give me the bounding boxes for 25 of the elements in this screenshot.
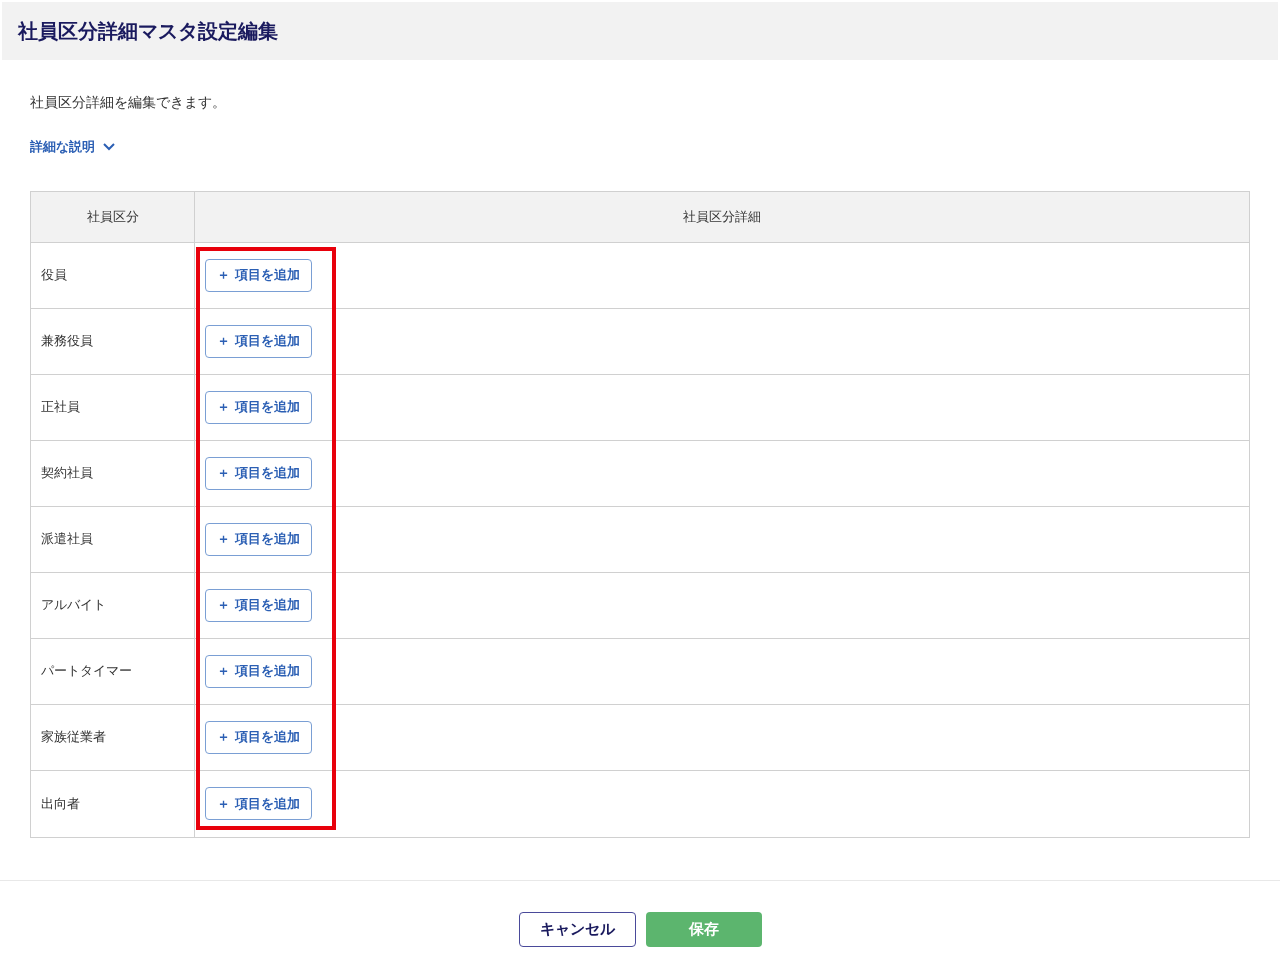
table-cell: 出向者 xyxy=(31,770,195,837)
add-item-button[interactable]: ＋ 項目を追加 xyxy=(205,522,312,556)
cancel-button[interactable]: キャンセル xyxy=(518,911,636,947)
column-header: 社員区分詳細 xyxy=(682,207,762,226)
column-header: 社員区分 xyxy=(31,191,195,242)
table-cell: 契約社員 xyxy=(31,440,195,506)
add-item-button[interactable]: ＋ 項目を追加 xyxy=(205,456,312,490)
table-cell: アルバイト xyxy=(31,572,195,638)
table-cell: 派遣社員 xyxy=(31,506,195,572)
details-toggle[interactable]: 詳細な説明 xyxy=(30,137,115,157)
description-text: 社員区分詳細を編集できます。 xyxy=(30,93,227,112)
page-title: 社員区分詳細マスタ設定編集 xyxy=(18,18,278,45)
add-item-button[interactable]: ＋ 項目を追加 xyxy=(205,390,312,424)
add-item-button[interactable]: ＋ 項目を追加 xyxy=(205,588,312,622)
add-item-button[interactable]: ＋ 項目を追加 xyxy=(205,720,312,754)
add-item-button[interactable]: ＋ 項目を追加 xyxy=(205,258,312,292)
table-cell: 家族従業者 xyxy=(31,704,195,770)
table-cell: 役員 xyxy=(31,242,195,308)
add-item-button[interactable]: ＋ 項目を追加 xyxy=(205,654,312,688)
chevron-icon xyxy=(103,142,115,151)
table-cell: 兼務役員 xyxy=(31,308,195,374)
add-item-button[interactable]: ＋ 項目を追加 xyxy=(205,324,312,358)
add-item-button[interactable]: ＋ 項目を追加 xyxy=(205,787,312,820)
table-cell: パートタイマー xyxy=(31,638,195,704)
table-cell: 正社員 xyxy=(31,374,195,440)
